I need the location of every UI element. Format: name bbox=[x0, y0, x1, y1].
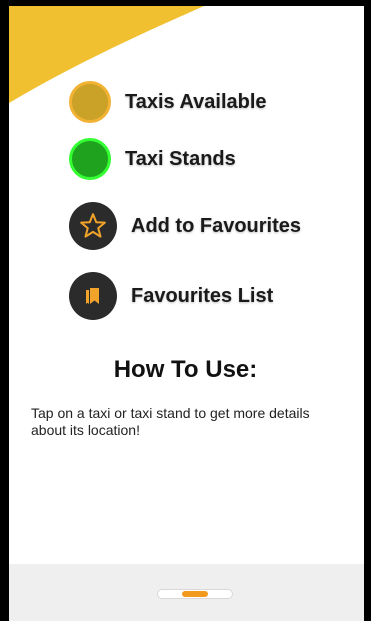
page-indicator-active bbox=[182, 591, 208, 597]
bookmarks-icon bbox=[69, 272, 117, 320]
taxi-stand-dot-icon bbox=[69, 138, 111, 180]
legend-label-taxis-available: Taxis Available bbox=[125, 90, 267, 113]
legend-label-add-favourites: Add to Favourites bbox=[131, 214, 302, 237]
screen-frame-right bbox=[364, 0, 371, 621]
page-indicator[interactable] bbox=[157, 589, 233, 599]
taxi-available-dot-icon bbox=[69, 81, 111, 123]
legend-item-favourites-list: Favourites List bbox=[69, 272, 273, 320]
legend-item-taxis-available: Taxis Available bbox=[69, 81, 267, 123]
screen-frame-left bbox=[0, 0, 9, 621]
star-icon bbox=[69, 202, 117, 250]
legend-item-taxi-stands: Taxi Stands bbox=[69, 138, 236, 180]
legend-label-taxi-stands: Taxi Stands bbox=[125, 147, 236, 170]
footer-bar bbox=[9, 564, 364, 621]
legend-item-add-favourites: Add to Favourites bbox=[69, 202, 301, 250]
how-to-use-title: How To Use: bbox=[113, 356, 258, 383]
legend-label-favourites-list: Favourites List bbox=[131, 284, 274, 307]
how-to-use-text: Tap on a taxi or taxi stand to get more … bbox=[31, 405, 310, 438]
